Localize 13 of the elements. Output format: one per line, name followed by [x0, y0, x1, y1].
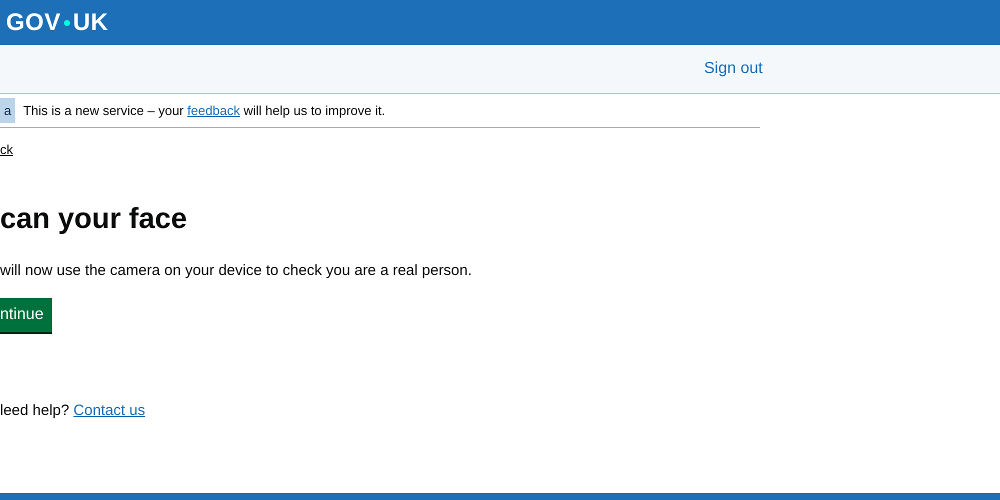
logo-text: UK [72, 8, 109, 38]
back-link[interactable]: ck [0, 140, 13, 160]
help-text: leed help? Contact us [0, 401, 146, 422]
contact-link[interactable]: Contact us [73, 402, 146, 420]
body-text: will now use the camera on your device to check you are a real person. [0, 260, 473, 281]
phase-banner-text: This is a new service – your feedback will help us to improve it. [23, 102, 386, 120]
feedback-link[interactable]: feedback [187, 102, 240, 118]
logo-dot-icon [64, 20, 70, 26]
page-heading: can your face [0, 202, 188, 237]
phase-tag: a [0, 98, 16, 124]
logo-text: GOV [6, 8, 61, 38]
sign-out-link[interactable]: Sign out [704, 57, 763, 81]
continue-button[interactable]: ntinue [0, 298, 52, 332]
